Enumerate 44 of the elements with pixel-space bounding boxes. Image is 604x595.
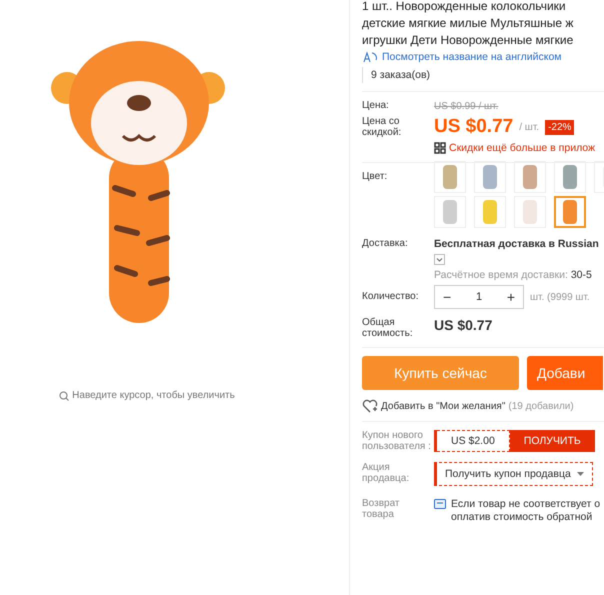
field-label: Купон нового пользователя : (362, 430, 432, 452)
original-price: US $0.99 / шт. (434, 101, 498, 112)
delivery-time: 30-5 (570, 269, 592, 281)
heart-plus-icon (362, 399, 378, 413)
color-option-thumbnail[interactable] (554, 196, 586, 228)
field-label: Цена со скидкой: (362, 116, 402, 138)
increase-button[interactable]: + (498, 289, 523, 305)
zoom-hint: Наведите курсор, чтобы увеличить (59, 390, 235, 401)
product-title-line: 1 шт.. Новорожденные колокольчики (362, 0, 567, 15)
search-icon (59, 390, 70, 400)
product-title-line: детские мягкие милые Мультяшные ж (362, 15, 574, 32)
wishlist-link[interactable]: Добавить в "Мои желания" (381, 400, 506, 412)
caret-down-icon (576, 472, 584, 476)
decrease-button[interactable]: − (435, 289, 460, 305)
stock-info: шт. (9999 шт. (530, 292, 590, 302)
field-label: Доставка: (362, 238, 409, 249)
sale-price: US $0.77 (434, 116, 514, 138)
field-label: Возврат товара (362, 498, 400, 520)
shipping-method: Бесплатная доставка в Russian (434, 238, 600, 250)
qr-code-icon (434, 142, 446, 154)
seller-coupon-dropdown[interactable]: Получить купон продавца (434, 462, 593, 486)
translate-link[interactable]: Посмотреть название на английском (382, 51, 562, 63)
field-label: Цвет: (362, 171, 388, 182)
app-promo-link[interactable]: Скидки ещё больше в прилож (449, 142, 596, 154)
product-title-line: игрушки Дети Новорожденные мягкие (362, 32, 574, 49)
field-label: Общая стоимость: (362, 317, 414, 339)
price-unit: / шт. (519, 122, 540, 132)
translate-icon (362, 51, 378, 63)
field-label: Цена: (362, 100, 390, 111)
field-label: Акция продавца: (362, 462, 410, 484)
coupon-value: US $2.00 (437, 430, 510, 452)
return-policy-icon (434, 499, 446, 509)
wishlist-count: (19 добавили) (508, 400, 574, 412)
dropdown-caret-icon (434, 254, 445, 265)
quantity-value: 1 (476, 291, 482, 303)
field-label: Количество: (362, 291, 420, 302)
delivery-label: Расчётное время доставки: (434, 269, 568, 281)
orders-count: 9 заказа(ов) (362, 67, 604, 83)
return-policy-text: оплатив стоимость обратной (451, 511, 594, 524)
discount-badge: -22% (545, 120, 574, 134)
get-coupon-button[interactable]: ПОЛУЧИТЬ (510, 430, 595, 452)
return-policy-text: Если товар не соответствует о (451, 498, 600, 511)
total-price: US $0.77 (434, 317, 492, 333)
quantity-stepper[interactable]: − 1 + (434, 285, 524, 309)
